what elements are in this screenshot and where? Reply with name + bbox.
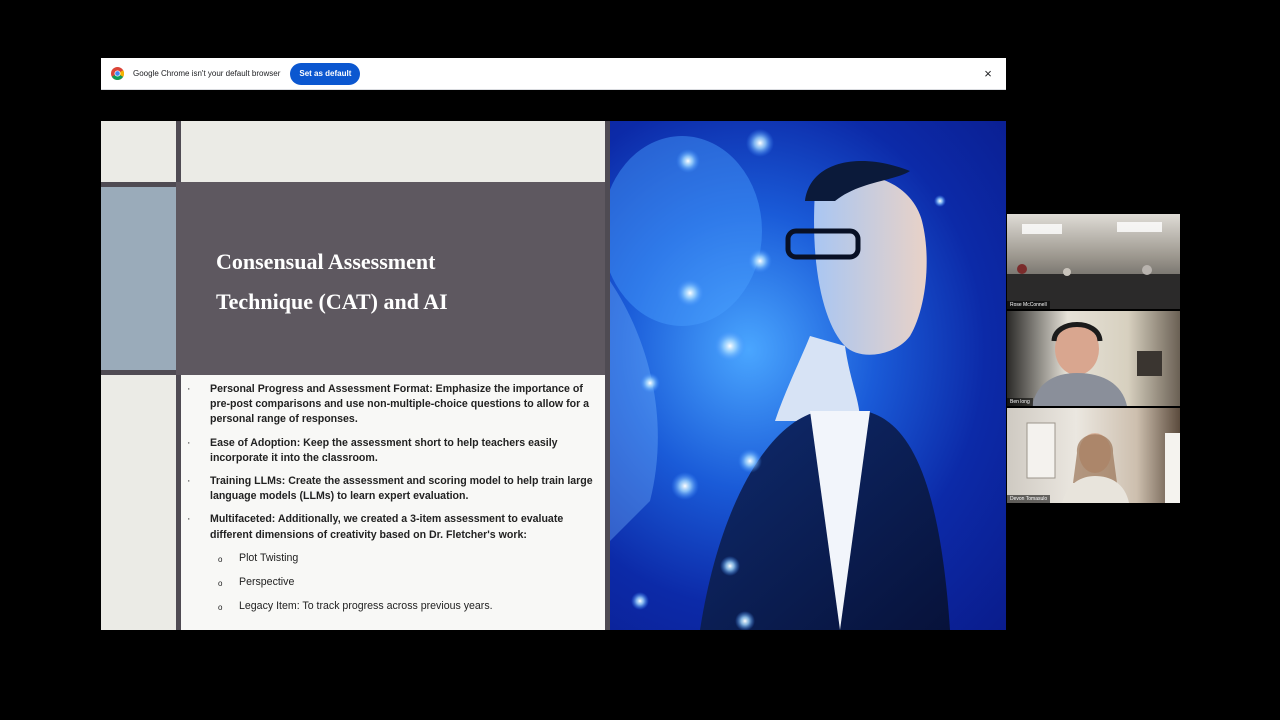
bullet-marker: ·	[187, 513, 191, 526]
bullet-text: Ease of Adoption: Keep the assessment sh…	[210, 436, 558, 464]
participant-video-feed	[1026, 422, 1180, 503]
sub-bullet-text: Perspective	[239, 575, 295, 588]
presentation-slide: Consensual Assessment Technique (CAT) an…	[101, 121, 1006, 630]
participant-name: Rose McConnell	[1007, 301, 1050, 309]
bullet-list: · Personal Progress and Assessment Forma…	[181, 382, 605, 623]
ai-illustration-image	[610, 121, 1006, 630]
close-infobar-icon[interactable]: ×	[980, 66, 996, 82]
bullet-item: · Personal Progress and Assessment Forma…	[181, 382, 605, 428]
sub-bullet-item: o Perspective	[181, 575, 605, 590]
bullet-item: · Ease of Adoption: Keep the assessment …	[181, 436, 605, 466]
sub-bullet-text: Plot Twisting	[239, 551, 299, 564]
participant-video-tile[interactable]: Devon Tomasulo	[1007, 408, 1180, 503]
sub-bullet-item: o Legacy Item: To track progress across …	[181, 599, 605, 614]
bullet-marker: ·	[187, 475, 191, 488]
bullet-text: Training LLMs: Create the assessment and…	[210, 475, 593, 503]
slide-decor-block	[101, 121, 176, 182]
slide-decor-block	[101, 375, 176, 630]
set-as-default-button[interactable]: Set as default	[290, 62, 361, 85]
participant-video-tile[interactable]: Rose McConnell	[1007, 214, 1180, 309]
sub-bullet-marker: o	[218, 578, 223, 588]
slide-body: · Personal Progress and Assessment Forma…	[181, 375, 605, 630]
slide-title: Consensual Assessment Technique (CAT) an…	[216, 242, 586, 322]
sub-bullet-item: o Plot Twisting	[181, 551, 605, 566]
bullet-item: · Training LLMs: Create the assessment a…	[181, 474, 605, 504]
slide-title-panel: Consensual Assessment Technique (CAT) an…	[176, 182, 605, 375]
sub-bullet-marker: o	[218, 554, 223, 564]
chrome-logo-icon	[111, 67, 124, 80]
participant-name: Devon Tomasulo	[1007, 495, 1051, 503]
ai-illustration-art	[610, 129, 950, 630]
sub-bullet-text: Legacy Item: To track progress across pr…	[239, 599, 493, 612]
default-browser-infobar: Google Chrome isn't your default browser…	[101, 58, 1006, 90]
participant-video-feed	[1032, 322, 1162, 406]
slide-decor-block	[101, 187, 176, 370]
sub-bullet-marker: o	[218, 602, 223, 612]
infobar-message: Google Chrome isn't your default browser	[133, 69, 281, 78]
bullet-item: · Multifaceted: Additionally, we created…	[181, 512, 605, 542]
slide-title-line-2: Technique (CAT) and AI	[216, 289, 448, 314]
participant-video-feed	[1007, 222, 1180, 309]
slide-decor-block	[181, 121, 605, 182]
participant-name: Ben long	[1007, 398, 1033, 406]
participant-video-tile[interactable]: Ben long	[1007, 311, 1180, 406]
bullet-text: Personal Progress and Assessment Format:…	[210, 383, 590, 426]
bullet-text: Multifaceted: Additionally, we created a…	[210, 513, 564, 541]
slide-title-line-1: Consensual Assessment	[216, 249, 436, 274]
bullet-marker: ·	[187, 436, 191, 449]
bullet-marker: ·	[187, 383, 191, 395]
